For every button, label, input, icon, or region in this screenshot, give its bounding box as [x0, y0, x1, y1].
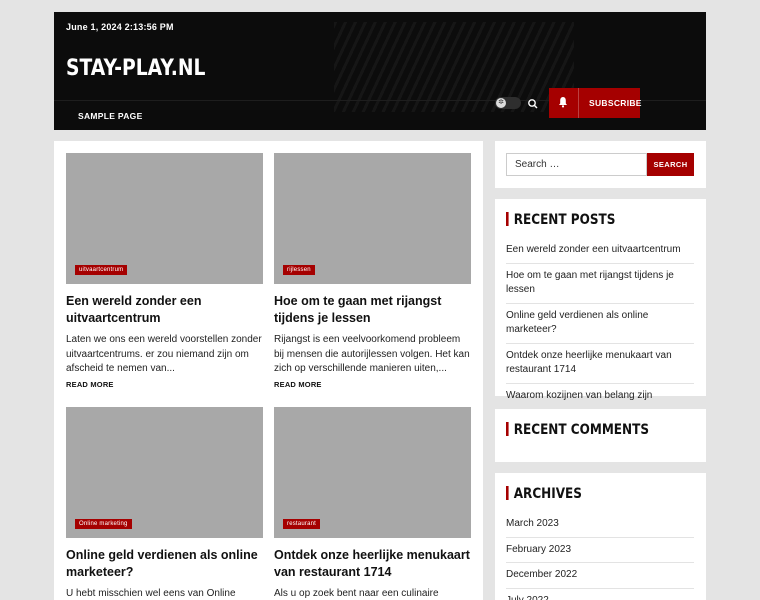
search-icon — [528, 99, 538, 109]
post-category-badge[interactable]: restaurant — [283, 519, 321, 529]
archive-link[interactable]: February 2023 — [506, 538, 694, 563]
subscribe-divider — [578, 88, 579, 118]
post-card: rijlessen Hoe om te gaan met rijangst ti… — [274, 153, 471, 389]
post-excerpt: Rijangst is een veelvoorkomend probleem … — [274, 334, 470, 374]
title-accent-bar — [506, 486, 509, 500]
site-title[interactable]: STAY-PLAY.NL — [66, 56, 205, 81]
recent-post-link[interactable]: Ontdek onze heerlijke menukaart van rest… — [506, 344, 694, 384]
post-category-badge[interactable]: uitvaartcentrum — [75, 265, 128, 275]
header-date: June 1, 2024 2:13:56 PM — [66, 22, 174, 32]
post-title[interactable]: Ontdek onze heerlijke menukaart van rest… — [274, 547, 471, 581]
theme-toggle-icon: ✲ — [496, 98, 506, 108]
search-input[interactable]: Search … — [506, 153, 647, 176]
widget-title: RECENT COMMENTS — [506, 422, 649, 438]
read-more-link[interactable]: READ MORE — [274, 380, 471, 389]
post-title[interactable]: Hoe om te gaan met rijangst tijdens je l… — [274, 293, 471, 327]
post-thumbnail[interactable]: uitvaartcentrum — [66, 153, 263, 284]
dark-mode-toggle[interactable]: ✲ — [495, 97, 521, 109]
post-grid: uitvaartcentrum Een wereld zonder een ui… — [54, 141, 483, 600]
widget-title-text: RECENT COMMENTS — [513, 422, 650, 438]
subscribe-button[interactable]: SUBSCRIBE — [549, 88, 642, 118]
recent-posts-list: Een wereld zonder een uitvaartcentrum Ho… — [506, 238, 694, 408]
post-thumbnail[interactable]: restaurant — [274, 407, 471, 538]
recent-comments-widget: RECENT COMMENTS — [495, 409, 706, 462]
archive-link[interactable]: December 2022 — [506, 563, 694, 589]
bell-icon — [559, 97, 567, 108]
recent-posts-widget: RECENT POSTS Een wereld zonder een uitva… — [495, 199, 706, 401]
post-category-badge[interactable]: rijlessen — [283, 265, 315, 275]
subscribe-label: SUBSCRIBE — [589, 98, 642, 108]
read-more-link[interactable]: READ MORE — [66, 380, 263, 389]
post-title[interactable]: Online geld verdienen als online markete… — [66, 547, 263, 581]
post-card: uitvaartcentrum Een wereld zonder een ui… — [66, 153, 263, 389]
archives-list: March 2023 February 2023 December 2022 J… — [506, 512, 694, 600]
recent-post-link[interactable]: Hoe om te gaan met rijangst tijdens je l… — [506, 264, 694, 304]
post-thumbnail[interactable]: Online marketing — [66, 407, 263, 538]
recent-post-link[interactable]: Waarom kozijnen van belang zijn — [506, 384, 694, 409]
post-excerpt: Laten we ons een wereld voorstellen zond… — [66, 334, 262, 374]
header-search-button[interactable] — [527, 97, 539, 109]
post-card: restaurant Ontdek onze heerlijke menukaa… — [274, 407, 471, 600]
archive-link[interactable]: July 2022 — [506, 589, 694, 600]
recent-post-link[interactable]: Een wereld zonder een uitvaartcentrum — [506, 238, 694, 264]
search-button[interactable]: SEARCH — [647, 153, 694, 176]
search-widget: Search … SEARCH — [495, 141, 706, 188]
widget-title-text: ARCHIVES — [513, 486, 582, 502]
post-excerpt: U hebt misschien wel eens van Online — [66, 588, 236, 599]
post-card: Online marketing Online geld verdienen a… — [66, 407, 263, 600]
post-thumbnail[interactable]: rijlessen — [274, 153, 471, 284]
post-excerpt: Als u op zoek bent naar een culinaire er… — [274, 588, 439, 599]
recent-post-link[interactable]: Online geld verdienen als online markete… — [506, 304, 694, 344]
archive-link[interactable]: March 2023 — [506, 512, 694, 538]
post-category-badge[interactable]: Online marketing — [75, 519, 132, 529]
widget-title: ARCHIVES — [506, 486, 582, 502]
post-title[interactable]: Een wereld zonder een uitvaartcentrum — [66, 293, 263, 327]
title-accent-bar — [506, 422, 509, 436]
archives-widget: ARCHIVES March 2023 February 2023 Decemb… — [495, 473, 706, 600]
title-accent-bar — [506, 212, 509, 226]
widget-title-text: RECENT POSTS — [513, 212, 616, 228]
widget-title: RECENT POSTS — [506, 212, 615, 228]
nav-item-sample-page[interactable]: SAMPLE PAGE — [78, 111, 143, 121]
